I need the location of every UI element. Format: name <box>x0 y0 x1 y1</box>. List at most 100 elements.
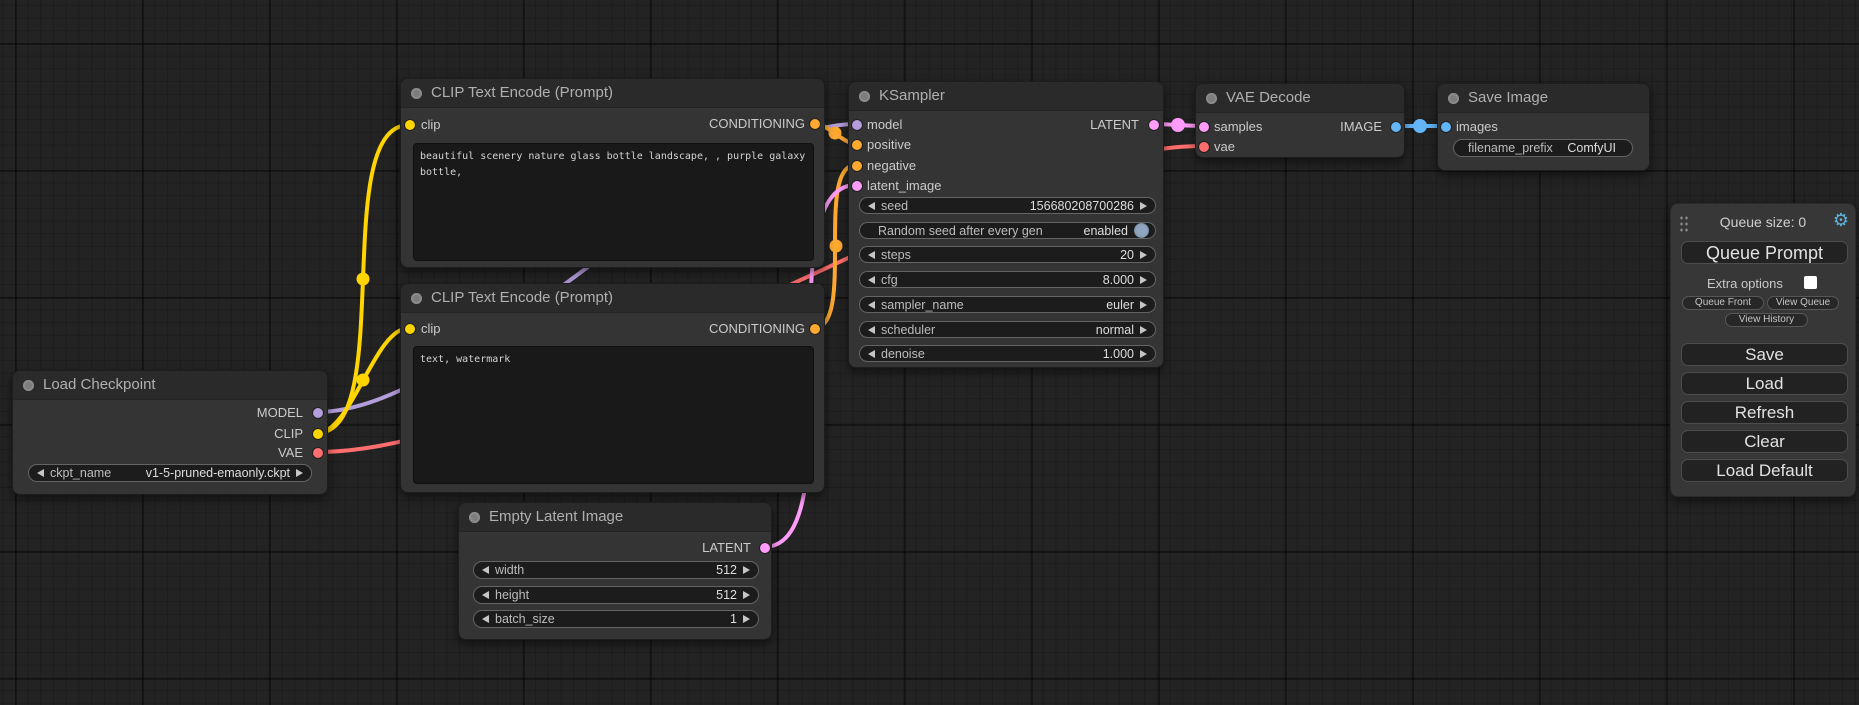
link-midpoint-dot[interactable] <box>357 374 370 387</box>
steps-widget[interactable]: steps 20 <box>859 246 1156 263</box>
slot-label: clip <box>421 321 441 337</box>
vae-output-slot[interactable] <box>313 448 323 458</box>
gear-icon[interactable]: ⚙ <box>1833 210 1849 230</box>
node-title: Empty Latent Image <box>489 503 623 531</box>
decrement-icon[interactable] <box>482 566 489 574</box>
node-title-bar[interactable]: Save Image <box>1438 84 1649 113</box>
seed-widget[interactable]: seed 156680208700286 <box>859 197 1156 214</box>
clip-text-encode-positive-node[interactable]: CLIP Text Encode (Prompt) clip CONDITION… <box>400 78 825 268</box>
decrement-icon[interactable] <box>37 469 44 477</box>
link-midpoint-dot[interactable] <box>830 240 843 253</box>
refresh-button[interactable]: Refresh <box>1681 401 1848 424</box>
latent-image-input-slot[interactable] <box>852 181 862 191</box>
increment-icon[interactable] <box>1140 251 1147 259</box>
link-midpoint-dot[interactable] <box>1171 118 1185 132</box>
collapse-dot-icon[interactable] <box>1206 93 1217 104</box>
images-input-slot[interactable] <box>1441 122 1451 132</box>
empty-latent-image-node[interactable]: Empty Latent Image LATENT width 512 heig… <box>458 502 772 640</box>
node-title-bar[interactable]: Empty Latent Image <box>459 503 771 532</box>
increment-icon[interactable] <box>743 615 750 623</box>
collapse-dot-icon[interactable] <box>411 88 422 99</box>
latent-output-slot[interactable] <box>760 543 770 553</box>
scheduler-widget[interactable]: scheduler normal <box>859 321 1156 338</box>
increment-icon[interactable] <box>743 591 750 599</box>
increment-icon[interactable] <box>743 566 750 574</box>
decrement-icon[interactable] <box>868 276 875 284</box>
widget-value: v1-5-pruned-emaonly.ckpt <box>146 466 290 480</box>
sampler-name-widget[interactable]: sampler_name euler <box>859 296 1156 313</box>
widget-label: ckpt_name <box>50 466 111 480</box>
clip-input-slot[interactable] <box>405 324 415 334</box>
samples-input-slot[interactable] <box>1199 122 1209 132</box>
view-queue-button[interactable]: View Queue <box>1767 296 1839 310</box>
clip-input-slot[interactable] <box>405 120 415 130</box>
random-seed-toggle-widget[interactable]: Random seed after every gen enabled <box>859 222 1156 239</box>
decrement-icon[interactable] <box>868 326 875 334</box>
denoise-widget[interactable]: denoise 1.000 <box>859 345 1156 362</box>
vae-decode-node[interactable]: VAE Decode samples vae IMAGE <box>1195 83 1405 158</box>
link-midpoint-dot[interactable] <box>1413 119 1427 133</box>
node-title-bar[interactable]: CLIP Text Encode (Prompt) <box>401 79 824 108</box>
slot-label: vae <box>1214 139 1235 155</box>
model-output-slot[interactable] <box>313 408 323 418</box>
widget-label: scheduler <box>881 323 935 337</box>
increment-icon[interactable] <box>1140 276 1147 284</box>
node-title-bar[interactable]: CLIP Text Encode (Prompt) <box>401 284 824 313</box>
collapse-dot-icon[interactable] <box>23 380 34 391</box>
node-title-bar[interactable]: KSampler <box>849 82 1163 111</box>
clear-button[interactable]: Clear <box>1681 430 1848 453</box>
extra-options-checkbox[interactable] <box>1804 276 1817 289</box>
ckpt-name-widget[interactable]: ckpt_name v1-5-pruned-emaonly.ckpt <box>28 464 312 482</box>
link-midpoint-dot[interactable] <box>829 127 842 140</box>
increment-icon[interactable] <box>1140 202 1147 210</box>
collapse-dot-icon[interactable] <box>469 512 480 523</box>
conditioning-output-slot[interactable] <box>810 324 820 334</box>
filename-prefix-widget[interactable]: filename_prefix ComfyUI <box>1453 139 1633 157</box>
negative-input-slot[interactable] <box>852 161 862 171</box>
queue-prompt-button[interactable]: Queue Prompt <box>1681 241 1848 264</box>
collapse-dot-icon[interactable] <box>411 293 422 304</box>
widget-label: filename_prefix <box>1468 141 1553 155</box>
toggle-indicator-icon[interactable] <box>1134 223 1149 238</box>
decrement-icon[interactable] <box>868 350 875 358</box>
node-title-bar[interactable]: Load Checkpoint <box>13 371 327 400</box>
load-button[interactable]: Load <box>1681 372 1848 395</box>
decrement-icon[interactable] <box>482 591 489 599</box>
increment-icon[interactable] <box>296 469 303 477</box>
cfg-widget[interactable]: cfg 8.000 <box>859 271 1156 288</box>
decrement-icon[interactable] <box>482 615 489 623</box>
link-midpoint-dot[interactable] <box>357 273 370 286</box>
slot-label: clip <box>421 117 441 133</box>
workflow-canvas[interactable]: Load Checkpoint MODEL CLIP VAE ckpt_name… <box>0 0 1859 705</box>
latent-output-slot[interactable] <box>1149 120 1159 130</box>
clip-text-encode-negative-node[interactable]: CLIP Text Encode (Prompt) clip CONDITION… <box>400 283 825 493</box>
increment-icon[interactable] <box>1140 301 1147 309</box>
positive-prompt-textarea[interactable]: beautiful scenery nature glass bottle la… <box>413 143 814 261</box>
node-title-bar[interactable]: VAE Decode <box>1196 84 1404 113</box>
batch-size-widget[interactable]: batch_size 1 <box>473 610 759 628</box>
load-default-button[interactable]: Load Default <box>1681 459 1848 482</box>
collapse-dot-icon[interactable] <box>1448 93 1459 104</box>
queue-panel[interactable]: Queue size: 0 ⚙ Queue Prompt Extra optio… <box>1670 203 1856 497</box>
model-input-slot[interactable] <box>852 120 862 130</box>
view-history-button[interactable]: View History <box>1725 313 1808 327</box>
width-widget[interactable]: width 512 <box>473 561 759 579</box>
conditioning-output-slot[interactable] <box>810 119 820 129</box>
save-image-node[interactable]: Save Image images filename_prefix ComfyU… <box>1437 83 1650 171</box>
collapse-dot-icon[interactable] <box>859 91 870 102</box>
save-button[interactable]: Save <box>1681 343 1848 366</box>
clip-output-slot[interactable] <box>313 429 323 439</box>
image-output-slot[interactable] <box>1391 122 1401 132</box>
decrement-icon[interactable] <box>868 301 875 309</box>
load-checkpoint-node[interactable]: Load Checkpoint MODEL CLIP VAE ckpt_name… <box>12 370 328 495</box>
decrement-icon[interactable] <box>868 202 875 210</box>
ksampler-node[interactable]: KSampler model positive negative latent_… <box>848 81 1164 368</box>
queue-front-button[interactable]: Queue Front <box>1682 296 1764 310</box>
increment-icon[interactable] <box>1140 350 1147 358</box>
positive-input-slot[interactable] <box>852 140 862 150</box>
vae-input-slot[interactable] <box>1199 142 1209 152</box>
negative-prompt-textarea[interactable]: text, watermark <box>413 346 814 484</box>
increment-icon[interactable] <box>1140 326 1147 334</box>
height-widget[interactable]: height 512 <box>473 586 759 604</box>
decrement-icon[interactable] <box>868 251 875 259</box>
